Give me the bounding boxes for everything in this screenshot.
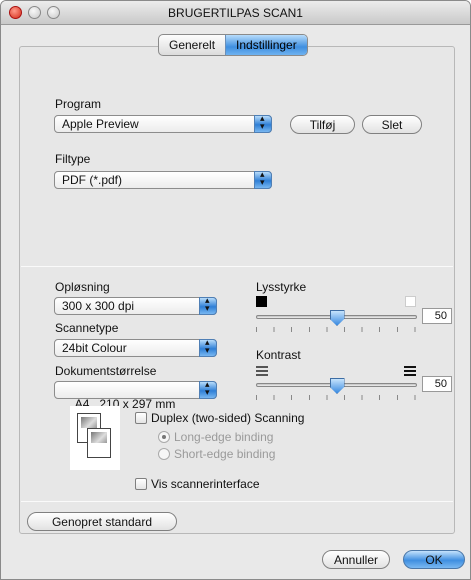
long-edge-radio[interactable]: Long-edge binding [158,430,273,444]
add-program-button[interactable]: Tilføj [290,115,355,134]
window-title: BRUGERTILPAS SCAN1 [168,6,303,20]
dialog-window: BRUGERTILPAS SCAN1 Generelt Indstillinge… [0,0,471,580]
popup-arrows-icon [199,337,217,357]
checkbox-box [135,478,147,490]
light-square-icon [405,296,416,307]
radio-dot [158,448,170,460]
show-interface-checkbox[interactable]: Vis scannerinterface [135,477,260,491]
slider-ticks [256,327,417,332]
brightness-value-field[interactable]: 50 [422,308,452,324]
popup-arrows-icon [199,295,217,315]
ok-button[interactable]: OK [403,550,465,569]
duplex-illustration-icon [70,406,120,470]
short-edge-label: Short-edge binding [174,447,276,461]
restore-defaults-button[interactable]: Genopret standard [27,512,177,531]
tab-indstillinger[interactable]: Indstillinger [225,35,307,55]
resolution-label: Opløsning [55,280,110,294]
section-divider [21,266,453,267]
delete-program-button[interactable]: Slet [362,115,422,134]
popup-arrows-icon [199,379,217,399]
section-divider [21,501,453,502]
scantype-select[interactable]: 24bit Colour [54,337,217,357]
short-edge-radio[interactable]: Short-edge binding [158,447,275,461]
program-select[interactable]: Apple Preview [54,113,272,133]
docsize-label: Dokumentstørrelse [55,364,157,378]
high-contrast-icon [404,366,416,376]
popup-arrows-icon [254,113,272,133]
tab-bar: Generelt Indstillinger [158,34,308,56]
contrast-slider-thumb[interactable] [329,378,345,394]
radio-dot [158,431,170,443]
resolution-select[interactable]: 300 x 300 dpi [54,295,217,315]
filetype-label: Filtype [55,152,91,166]
duplex-checkbox[interactable]: Duplex (two-sided) Scanning [135,411,304,425]
program-label: Program [55,97,102,111]
duplex-back-page-icon [87,428,111,458]
contrast-slider[interactable] [256,378,417,404]
show-interface-label: Vis scannerinterface [151,477,260,491]
dark-square-icon [256,296,267,307]
long-edge-label: Long-edge binding [174,430,274,444]
brightness-slider[interactable] [256,310,417,336]
docsize-select[interactable]: A4 210 x 297 mm [54,379,217,411]
title-bar: BRUGERTILPAS SCAN1 [1,1,470,25]
filetype-select-value: PDF (*.pdf) [62,173,123,187]
contrast-label: Kontrast [256,348,301,362]
scantype-label: Scannetype [55,321,119,335]
program-select-value: Apple Preview [62,117,139,131]
slider-ticks [256,395,417,400]
low-contrast-icon [256,366,268,376]
contrast-value-field[interactable]: 50 [422,376,452,392]
filetype-select[interactable]: PDF (*.pdf) [54,169,272,189]
duplex-checkbox-label: Duplex (two-sided) Scanning [151,411,305,425]
brightness-label: Lysstyrke [256,280,307,294]
cancel-button[interactable]: Annuller [322,550,390,569]
scantype-select-value: 24bit Colour [62,341,127,355]
popup-arrows-icon [254,169,272,189]
brightness-slider-thumb[interactable] [329,310,345,326]
tab-generelt[interactable]: Generelt [159,35,225,55]
checkbox-box [135,412,147,424]
resolution-select-value: 300 x 300 dpi [62,299,135,313]
